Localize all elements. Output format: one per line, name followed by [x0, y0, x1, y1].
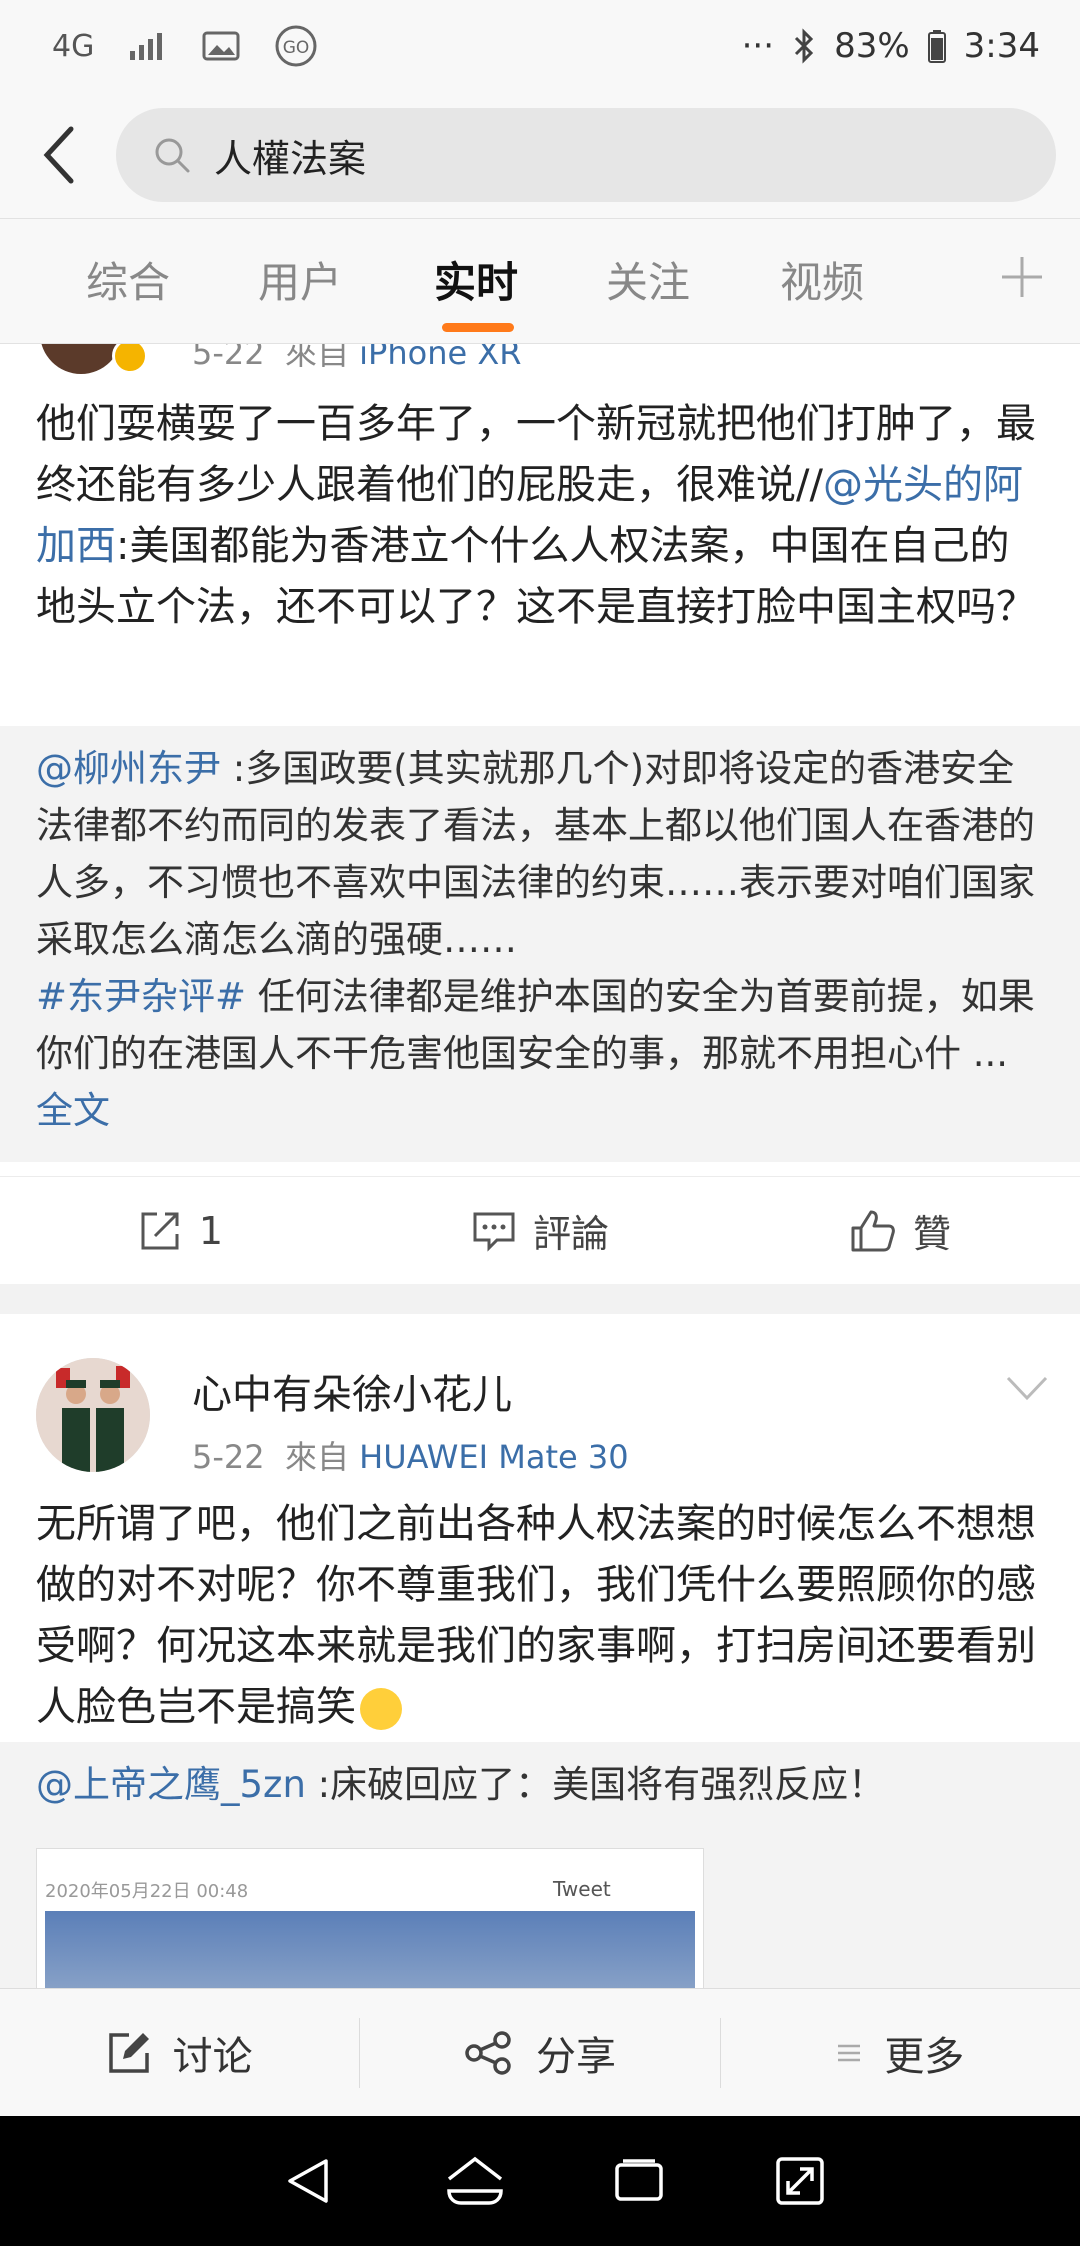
repost-block[interactable]: @柳州东尹 :多国政要(其实就那几个)对即将设定的香港安全法律都不约而同的发表了…: [0, 726, 1080, 1162]
comment-icon: [473, 1212, 515, 1252]
repost-count: 1: [198, 1208, 224, 1253]
comment-label: 評論: [532, 1212, 609, 1256]
full-text-link[interactable]: 全文: [36, 1089, 110, 1132]
more-button[interactable]: 更多: [719, 2017, 1080, 2088]
photo-preview: [45, 1911, 695, 1988]
repost-block[interactable]: @上帝之鹰_5zn :床破回应了：美国将有强烈反应！ 2020年05月22日 0…: [0, 1742, 1080, 1988]
repost-text: :床破回应了：美国将有强烈反应！: [305, 1763, 886, 1806]
feed: 5-22 來自 iPhone XR 他们耍横耍了一百多年了，一个新冠就把他们打肿…: [0, 344, 1080, 1988]
back-button[interactable]: [24, 115, 94, 195]
post-body: 无所谓了吧，他们之前出各种人权法案的时候怎么不想想做的对不对呢？你不尊重我们，我…: [0, 1494, 1080, 1738]
bottom-action-bar: 讨论 分享 更多: [0, 1988, 1080, 2116]
menu-icon: [838, 2044, 861, 2061]
gallery-icon: [202, 30, 240, 62]
go-icon: GO: [274, 24, 318, 68]
avatar[interactable]: [36, 1358, 150, 1472]
recent-apps-icon[interactable]: [611, 2153, 667, 2209]
post-source-label: 來自: [284, 344, 349, 372]
hashtag-link[interactable]: #东尹杂评#: [36, 975, 246, 1018]
verified-badge-icon: [112, 344, 148, 374]
network-indicator: 4G: [52, 28, 95, 64]
post-text-cont: :美国都能为香港立个什么人权法案，中国在自己的地头立个法，还不可以了？这不是直接…: [36, 523, 1036, 630]
share-label: 分享: [535, 2033, 616, 2080]
share-icon: [465, 2030, 511, 2075]
tab-video[interactable]: 视频: [780, 249, 864, 310]
post-date: 5-22: [192, 344, 265, 372]
search-icon: [155, 138, 190, 173]
system-nav-bar: [0, 2116, 1080, 2246]
post-device[interactable]: HUAWEI Mate 30: [359, 1438, 628, 1476]
post-body: 他们耍横耍了一百多年了，一个新冠就把他们打肿了，最终还能有多少人跟着他们的屁股走…: [0, 394, 1080, 638]
post-source-label: 來自: [284, 1438, 349, 1476]
post-card: 心中有朵徐小花儿 5-22 來自 HUAWEI Mate 30 无所谓了吧，他们…: [0, 1314, 1080, 1988]
tab-following[interactable]: 关注: [606, 249, 690, 310]
post-date: 5-22: [192, 1438, 265, 1476]
active-tab-indicator: [442, 323, 514, 332]
clock: 3:34: [963, 26, 1040, 66]
post-card: 5-22 來自 iPhone XR 他们耍横耍了一百多年了，一个新冠就把他们打肿…: [0, 344, 1080, 1284]
tab-users[interactable]: 用户: [258, 249, 342, 310]
search-input[interactable]: 人權法案: [116, 108, 1056, 202]
bluetooth-icon: [792, 28, 816, 64]
back-triangle-icon[interactable]: [282, 2153, 338, 2209]
share-out-icon: [141, 1212, 179, 1249]
repost-author-link[interactable]: @柳州东尹: [36, 747, 221, 790]
tab-general[interactable]: 综合: [86, 249, 170, 310]
svg-text:GO: GO: [283, 38, 310, 58]
battery-percent: 83%: [834, 26, 910, 66]
username[interactable]: 心中有朵徐小花儿: [192, 1362, 512, 1420]
signal-icon: [128, 31, 168, 61]
search-query: 人權法案: [214, 136, 367, 181]
like-button[interactable]: 贊: [720, 1203, 1080, 1258]
comment-button[interactable]: 評論: [360, 1203, 720, 1258]
post-text: 无所谓了吧，他们之前出各种人权法案的时候怎么不想想做的对不对呢？你不尊重我们，我…: [36, 1501, 1036, 1730]
edit-icon: [108, 2032, 149, 2073]
status-bar: 4G GO ··· 83% 3:34: [0, 0, 1080, 92]
search-header: 人權法案: [0, 92, 1080, 218]
share-button[interactable]: 分享: [359, 2017, 719, 2088]
discuss-label: 讨论: [172, 2033, 253, 2080]
tab-realtime[interactable]: 实时: [434, 249, 518, 310]
discuss-button[interactable]: 讨论: [0, 2018, 359, 2088]
thumbs-up-icon: [851, 1210, 895, 1251]
repost-author-link[interactable]: @上帝之鹰_5zn: [36, 1763, 306, 1806]
repost-button[interactable]: 1: [0, 1208, 360, 1254]
smirk-emoji-icon: [360, 1688, 402, 1730]
more-status-dots: ···: [741, 26, 775, 66]
plus-icon[interactable]: [992, 247, 1052, 307]
repost-image[interactable]: 2020年05月22日 00:48 Tweet: [36, 1848, 704, 1988]
post-device[interactable]: iPhone XR: [359, 344, 521, 372]
post-actions: 1 評論 贊: [0, 1176, 1080, 1284]
chevron-down-icon[interactable]: [1004, 1374, 1050, 1402]
chevron-left-icon: [43, 126, 74, 184]
image-label: Tweet: [553, 1877, 611, 1901]
home-icon[interactable]: [443, 2153, 507, 2209]
tab-bar: 综合 用户 实时 关注 视频: [0, 218, 1080, 344]
post-meta: 5-22 來自 iPhone XR: [192, 344, 522, 374]
expand-icon[interactable]: [772, 2153, 828, 2209]
avatar[interactable]: [40, 344, 122, 374]
like-label: 贊: [912, 1212, 951, 1256]
battery-icon: [927, 29, 946, 63]
more-label: 更多: [884, 2033, 965, 2080]
post-meta: 5-22 來自 HUAWEI Mate 30: [192, 1432, 629, 1478]
